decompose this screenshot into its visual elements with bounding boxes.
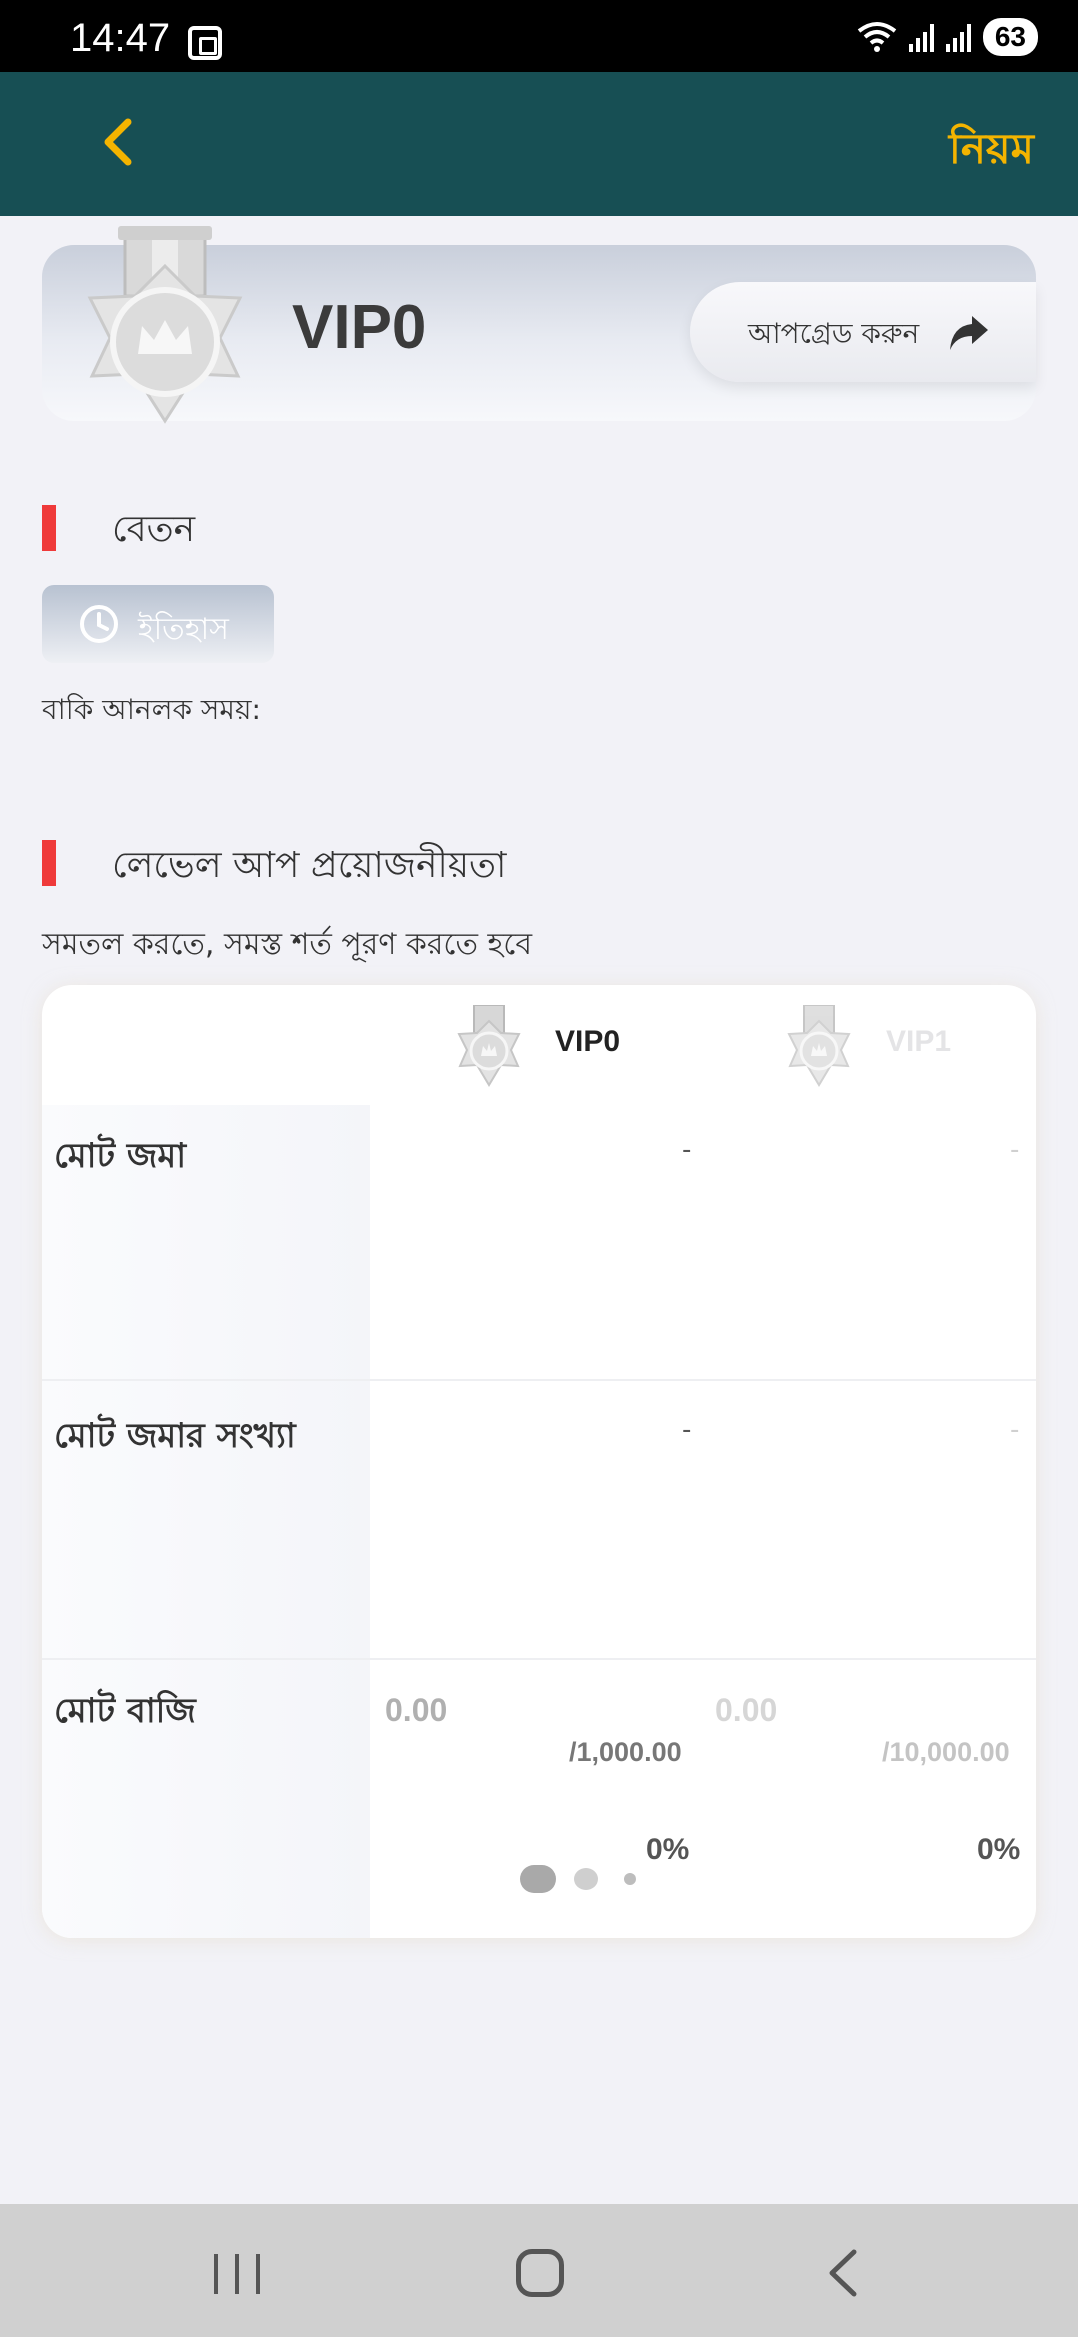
- app-header: নিয়ম: [0, 72, 1078, 216]
- pager-dot-active[interactable]: [520, 1865, 556, 1893]
- bet-progress-percent: 0%: [646, 1833, 690, 1866]
- row-label-deposit-count: মোট জমার সংখ্যা: [54, 1416, 296, 1456]
- levelup-section-title: লেভেল আপ প্রয়োজনীয়তা: [112, 845, 507, 886]
- section-marker: [42, 840, 56, 886]
- battery-indicator: 63: [982, 18, 1038, 56]
- pager-dot[interactable]: [574, 1868, 598, 1890]
- screenshot-icon: [188, 26, 222, 60]
- bet-current-value: 0.00: [385, 1692, 448, 1728]
- recent-apps-icon[interactable]: [214, 2254, 260, 2294]
- status-bar: 14:47 63: [0, 0, 1078, 72]
- bet-current-value: 0.00: [715, 1692, 778, 1728]
- bet-target-value: /1,000.00: [569, 1737, 682, 1767]
- vip-level-name: VIP0: [292, 293, 427, 362]
- history-clock-icon: [80, 605, 118, 643]
- row-label-total-bet: মোট বাজি: [54, 1691, 196, 1731]
- home-icon[interactable]: [516, 2249, 564, 2297]
- medal-icon: [787, 1005, 851, 1087]
- label-column: [42, 1105, 370, 1938]
- share-arrow-icon: [950, 316, 988, 350]
- value-cell: -: [682, 1415, 692, 1445]
- column-header-next: VIP1: [886, 1025, 952, 1058]
- requirements-table[interactable]: VIP0 VIP1 মোট জমা - - মোট জমার সংখ্যা - …: [42, 985, 1036, 1938]
- nav-back-icon[interactable]: [820, 2248, 870, 2298]
- row-divider: [42, 1658, 1036, 1660]
- upgrade-button[interactable]: আপগ্রেড করুন: [690, 282, 1036, 382]
- status-icons: 63: [857, 18, 1038, 56]
- section-marker: [42, 505, 56, 551]
- medal-icon: [457, 1005, 521, 1087]
- back-chevron-icon[interactable]: [92, 112, 152, 172]
- history-button-label: ইতিহাস: [138, 612, 229, 647]
- salary-section-title: বেতন: [112, 509, 196, 550]
- rules-link[interactable]: নিয়ম: [949, 116, 1034, 187]
- levelup-subtitle: সমতল করতে, সমস্ত শর্ত পূরণ করতে হবে: [42, 927, 533, 962]
- value-cell: -: [1010, 1135, 1020, 1165]
- row-label-total-deposit: মোট জমা: [54, 1136, 187, 1176]
- status-time: 14:47: [70, 16, 171, 60]
- signal-icon: [908, 22, 934, 52]
- system-nav-bar: [0, 2204, 1078, 2337]
- pager-dot[interactable]: [624, 1873, 636, 1885]
- value-cell: -: [1010, 1415, 1020, 1445]
- upgrade-button-label: আপগ্রেড করুন: [748, 317, 920, 350]
- remaining-unlock-time: বাকি আনলক সময়:: [42, 693, 261, 726]
- wifi-icon: [857, 22, 897, 52]
- row-divider: [42, 1379, 1036, 1381]
- history-button[interactable]: ইতিহাস: [42, 585, 274, 663]
- bet-progress-percent: 0%: [977, 1833, 1021, 1866]
- value-cell: -: [682, 1135, 692, 1165]
- column-header-current: VIP0: [555, 1025, 621, 1058]
- medal-icon: [87, 226, 243, 424]
- bet-target-value: /10,000.00: [882, 1737, 1010, 1767]
- signal-roaming-icon: [945, 22, 971, 52]
